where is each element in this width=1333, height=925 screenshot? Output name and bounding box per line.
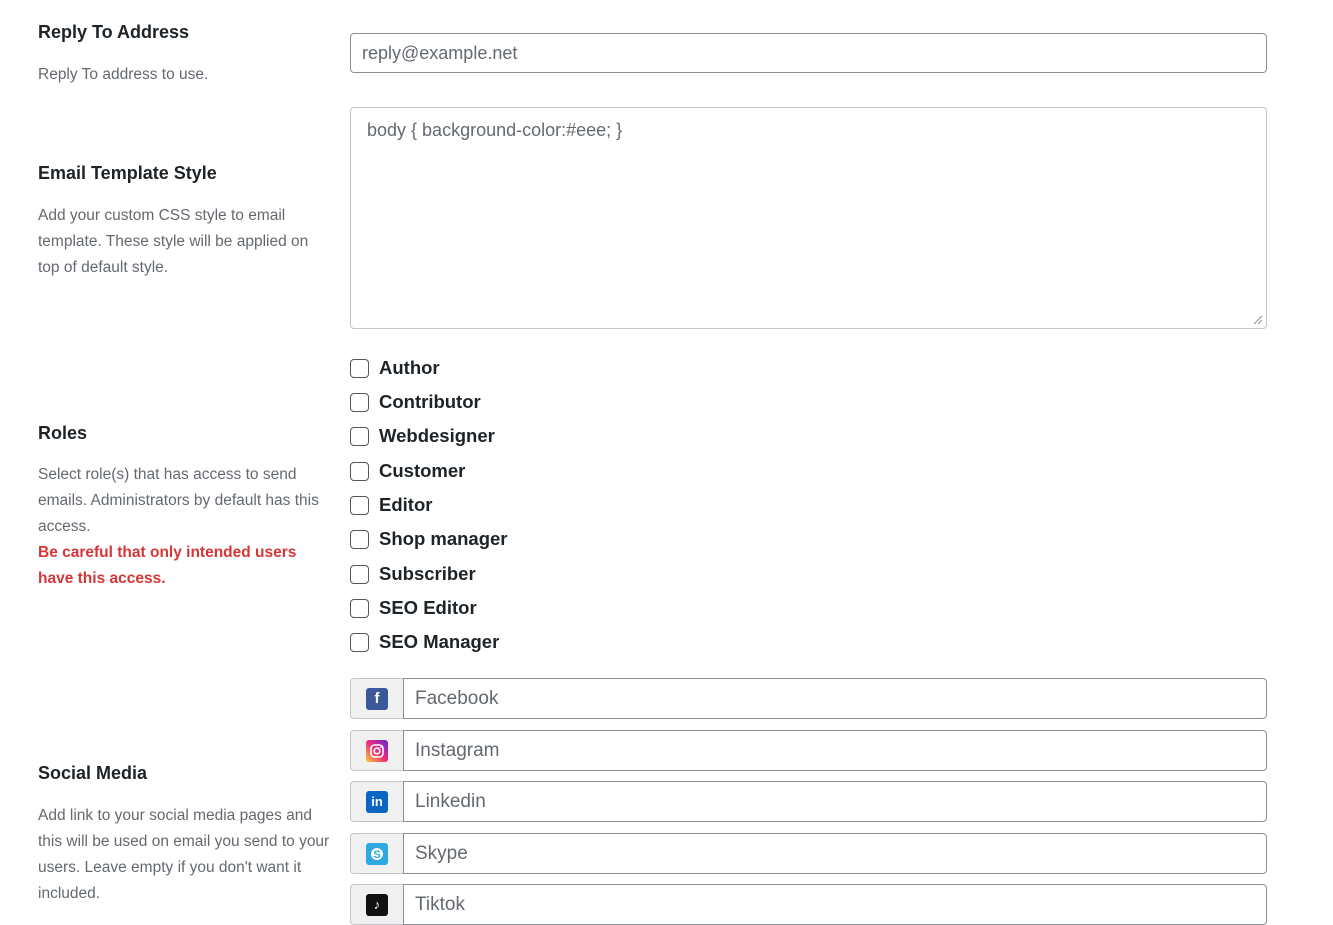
instagram-input[interactable]: Instagram xyxy=(403,730,1267,771)
reply-to-placeholder: reply@example.net xyxy=(362,42,518,63)
role-label: Contributor xyxy=(379,391,481,412)
role-label: Editor xyxy=(379,494,433,515)
social-addon: in xyxy=(350,781,403,822)
role-checkbox[interactable] xyxy=(350,358,369,378)
role-checkbox[interactable] xyxy=(350,529,369,549)
role-label: Shop manager xyxy=(379,528,508,549)
role-author[interactable]: Author xyxy=(350,356,440,380)
social-description: Add link to your social media pages and … xyxy=(38,807,330,902)
skype-input[interactable]: Skype xyxy=(403,833,1267,874)
role-checkbox[interactable] xyxy=(350,392,369,412)
instagram-icon xyxy=(366,739,388,762)
social-addon: ♪ xyxy=(350,884,403,925)
linkedin-icon: in xyxy=(366,790,388,813)
facebook-icon: f xyxy=(366,687,388,710)
reply-to-input[interactable]: reply@example.net xyxy=(350,33,1267,73)
svg-text:S: S xyxy=(373,849,380,861)
role-label: Customer xyxy=(379,460,466,481)
role-contributor[interactable]: Contributor xyxy=(350,390,481,414)
social-addon: f xyxy=(350,678,403,719)
role-checkbox[interactable] xyxy=(350,495,369,515)
roles-description: Select role(s) that has access to send e… xyxy=(38,466,319,535)
resize-grip-icon[interactable] xyxy=(1253,315,1263,325)
social-row-skype: S Skype xyxy=(350,833,1267,874)
email-style-textarea[interactable]: body { background-color:#eee; } xyxy=(350,107,1267,329)
role-label: SEO Manager xyxy=(379,631,500,652)
reply-to-description: Reply To address to use. xyxy=(38,66,209,83)
role-label: Author xyxy=(379,357,440,378)
linkedin-placeholder: Linkedin xyxy=(415,790,486,812)
social-row-instagram: Instagram xyxy=(350,730,1267,771)
role-checkbox[interactable] xyxy=(350,426,369,446)
social-row-linkedin: in Linkedin xyxy=(350,781,1267,822)
skype-placeholder: Skype xyxy=(415,842,468,864)
tiktok-input[interactable]: Tiktok xyxy=(403,884,1267,925)
role-checkbox[interactable] xyxy=(350,461,369,481)
role-label: Subscriber xyxy=(379,563,476,584)
role-label: SEO Editor xyxy=(379,597,477,618)
email-style-title: Email Template Style xyxy=(38,163,217,183)
role-editor[interactable]: Editor xyxy=(350,493,432,517)
social-title: Social Media xyxy=(38,763,148,783)
role-subscriber[interactable]: Subscriber xyxy=(350,562,476,586)
reply-to-title: Reply To Address xyxy=(38,22,190,42)
linkedin-input[interactable]: Linkedin xyxy=(403,781,1267,822)
tiktok-icon: ♪ xyxy=(366,893,388,916)
instagram-placeholder: Instagram xyxy=(415,739,500,761)
skype-icon: S xyxy=(366,842,388,865)
role-shop-manager[interactable]: Shop manager xyxy=(350,527,508,551)
social-addon: S xyxy=(350,833,403,874)
social-row-facebook: f Facebook xyxy=(350,678,1267,719)
role-checkbox[interactable] xyxy=(350,598,369,618)
social-row-tiktok: ♪ Tiktok xyxy=(350,884,1267,925)
role-customer[interactable]: Customer xyxy=(350,459,465,483)
role-checkbox[interactable] xyxy=(350,632,369,652)
email-style-description: Add your custom CSS style to email templ… xyxy=(38,207,309,276)
social-addon xyxy=(350,730,403,771)
role-checkbox[interactable] xyxy=(350,564,369,584)
role-seo-manager[interactable]: SEO Manager xyxy=(350,630,499,654)
role-label: Webdesigner xyxy=(379,425,495,446)
facebook-placeholder: Facebook xyxy=(415,687,499,709)
tiktok-placeholder: Tiktok xyxy=(415,893,465,915)
facebook-input[interactable]: Facebook xyxy=(403,678,1267,719)
email-style-placeholder: body { background-color:#eee; } xyxy=(367,120,623,140)
roles-title: Roles xyxy=(38,423,88,443)
role-seo-editor[interactable]: SEO Editor xyxy=(350,596,477,620)
role-webdesigner[interactable]: Webdesigner xyxy=(350,424,495,448)
roles-warning: Be careful that only intended users have… xyxy=(38,544,297,587)
